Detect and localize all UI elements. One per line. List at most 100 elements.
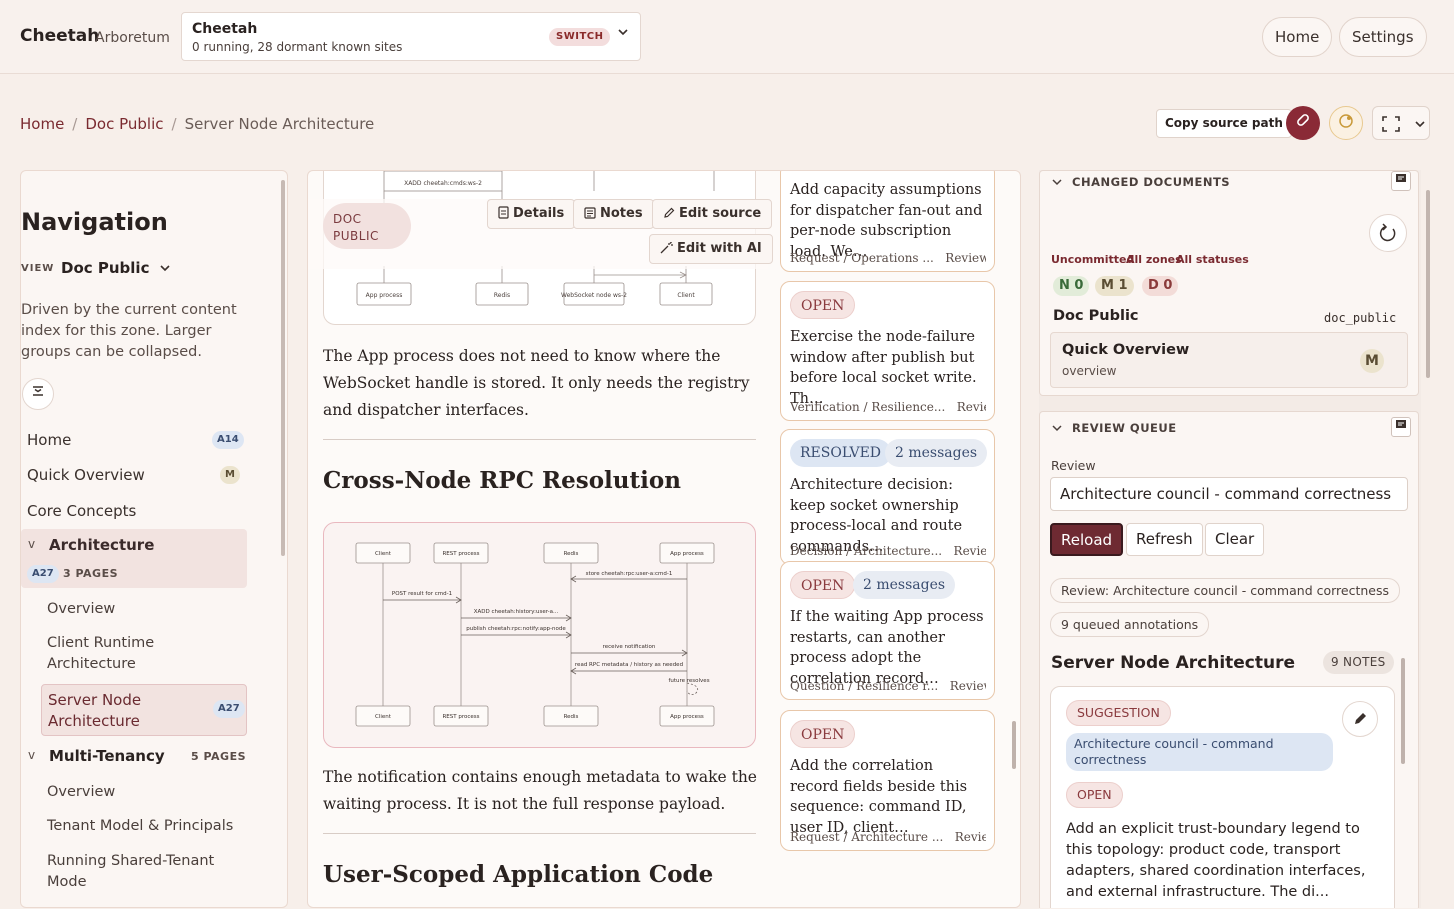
annotation-card[interactable]: Add capacity assumptions for dispatcher … xyxy=(780,171,995,272)
annotation-footer: Verification / Resilience... Review... xyxy=(790,400,986,414)
nav-badge: A14 xyxy=(212,431,244,449)
side-panel-scrollbar-thumb[interactable] xyxy=(1426,190,1430,378)
chevron-down-icon[interactable] xyxy=(1052,178,1062,186)
nav-sub-item[interactable]: Overview xyxy=(47,782,115,803)
messages-badge[interactable]: 2 messages xyxy=(885,439,988,467)
annotation-review-link[interactable]: Review ... xyxy=(945,251,986,265)
refresh-queue-button[interactable]: Refresh xyxy=(1126,523,1203,556)
queue-scrollbar-thumb[interactable] xyxy=(1401,658,1405,764)
site-switcher[interactable]: Cheetah 0 running, 28 dormant known site… xyxy=(181,12,641,61)
site-name: Cheetah xyxy=(192,21,258,37)
copy-source-path-button[interactable]: Copy source path xyxy=(1156,109,1292,138)
notes-button[interactable]: Notes xyxy=(573,199,654,229)
nav-item-home[interactable]: Home xyxy=(27,431,71,449)
queue-doc-title: Server Node Architecture xyxy=(1051,653,1296,673)
edit-note-button[interactable] xyxy=(1342,701,1378,737)
nav-scrollbar[interactable] xyxy=(281,180,285,550)
refresh-button[interactable] xyxy=(1369,214,1407,252)
notes-icon xyxy=(584,207,596,219)
site-status: 0 running, 28 dormant known sites xyxy=(192,40,403,54)
annotation-footer: Question / Resilience r... Review ... xyxy=(790,679,986,693)
collapse-all-button[interactable] xyxy=(22,378,54,410)
nav-item-core-concepts[interactable]: Core Concepts xyxy=(27,502,136,520)
group-caret: v xyxy=(28,748,36,762)
sequence-diagram[interactable]: Client REST process Redis App process Cl… xyxy=(323,522,756,748)
annotation-category: Decision / Architecture... xyxy=(790,544,943,558)
breadcrumb-doc-public[interactable]: Doc Public xyxy=(85,115,163,133)
annotation-review-link[interactable]: Review ... xyxy=(954,544,986,558)
details-button[interactable]: Details xyxy=(487,199,576,229)
nav-sub-item[interactable]: Tenant Model & Principals xyxy=(47,816,233,837)
user-avatar[interactable] xyxy=(1286,106,1320,140)
nav-sub-item[interactable]: Overview xyxy=(47,599,115,620)
nav-badge: A27 xyxy=(213,700,245,718)
compass-icon xyxy=(1339,114,1353,128)
side-panel: CHANGED DOCUMENTS Uncommitted All zones … xyxy=(1039,170,1421,908)
breadcrumb-home[interactable]: Home xyxy=(20,115,64,133)
lane-label: Client xyxy=(375,714,392,720)
compass-button[interactable] xyxy=(1329,106,1363,140)
changed-doc-item[interactable]: Quick Overview overview M xyxy=(1050,332,1408,388)
divider xyxy=(323,833,756,834)
status-badge: RESOLVED xyxy=(790,439,892,467)
lane-label: Redis xyxy=(564,551,579,557)
message-label: receive notification xyxy=(603,644,656,650)
brand-name[interactable]: Cheetah xyxy=(20,26,99,46)
reload-button[interactable]: Reload xyxy=(1050,523,1124,556)
annotation-review-link[interactable]: Review ... xyxy=(955,830,986,844)
nav-sub-item[interactable]: Running Shared-Tenant Mode xyxy=(47,851,222,893)
group-count: 3 PAGES xyxy=(63,567,119,580)
section-heading: REVIEW QUEUE xyxy=(1072,421,1177,435)
document-pane: XADD cheetah:cmds:ws-2 App process Redis… xyxy=(307,170,1021,908)
edit-with-ai-label: Edit with AI xyxy=(677,241,762,256)
note-status-badge: OPEN xyxy=(1066,782,1123,808)
status-badge: OPEN xyxy=(790,571,856,599)
filter-uncommitted[interactable]: Uncommitted xyxy=(1051,253,1134,266)
nav-group-architecture[interactable]: v Architecture A27 3 PAGES xyxy=(21,529,247,588)
breadcrumb-current: Server Node Architecture xyxy=(184,115,375,133)
section-heading: CHANGED DOCUMENTS xyxy=(1072,175,1231,189)
figure-label: Client xyxy=(677,292,695,299)
details-label: Details xyxy=(513,206,565,221)
chevron-down-icon[interactable] xyxy=(1052,424,1062,432)
note-type-badge: SUGGESTION xyxy=(1066,700,1171,726)
annotation-card[interactable]: RESOLVED 2 messages Architecture decisio… xyxy=(780,429,995,565)
nav-sub-item[interactable]: Client Runtime Architecture xyxy=(47,633,197,675)
messages-badge[interactable]: 2 messages xyxy=(853,571,956,599)
nav-item-active[interactable]: Server Node Architecture A27 xyxy=(41,684,247,736)
clear-button[interactable]: Clear xyxy=(1205,523,1265,556)
annotation-card[interactable]: OPEN 2 messages If the waiting App proce… xyxy=(780,561,995,700)
queued-chip: 9 queued annotations xyxy=(1050,612,1210,637)
notes-label: Notes xyxy=(600,206,643,221)
annotation-card[interactable]: OPEN Add the correlation record fields b… xyxy=(780,710,995,851)
document-scrollbar-thumb[interactable] xyxy=(1012,721,1016,769)
edit-source-button[interactable]: Edit source xyxy=(652,199,773,229)
nav-group-multi-tenancy[interactable]: Multi-Tenancy xyxy=(49,747,165,765)
filter-statuses[interactable]: All statuses xyxy=(1176,253,1249,266)
navigation-panel: Navigation VIEW Doc Public Driven by the… xyxy=(20,170,288,908)
review-select[interactable]: Architecture council - command correctne… xyxy=(1050,477,1408,511)
switch-badge[interactable]: SWITCH xyxy=(549,28,611,46)
section-heading: Cross-Node RPC Resolution xyxy=(323,467,681,494)
group-count: 5 PAGES xyxy=(191,750,247,763)
panel-toggle-icon[interactable] xyxy=(1391,171,1411,191)
changed-doc-title: Quick Overview xyxy=(1062,342,1190,358)
side-panel-scrollbar[interactable] xyxy=(1422,170,1434,908)
chevron-down-icon[interactable] xyxy=(617,26,629,40)
edit-with-ai-button[interactable]: Edit with AI xyxy=(649,234,773,264)
annotation-review-link[interactable]: Review ... xyxy=(950,679,986,693)
nav-badge: A27 xyxy=(27,565,59,583)
filter-zones[interactable]: All zones xyxy=(1126,253,1182,266)
view-description: Driven by the current content index for … xyxy=(21,302,237,360)
nav-item-quick-overview[interactable]: Quick Overview xyxy=(27,466,145,484)
annotation-category: Verification / Resilience... xyxy=(790,400,946,414)
annotation-card[interactable]: OPEN Exercise the node-failure window af… xyxy=(780,281,995,421)
annotation-review-link[interactable]: Review... xyxy=(957,400,986,414)
settings-nav-button[interactable]: Settings xyxy=(1339,17,1427,57)
fullscreen-button[interactable] xyxy=(1372,106,1430,140)
message-label: read RPC metadata / history as needed xyxy=(575,662,683,668)
review-note-card[interactable]: SUGGESTION Architecture council - comman… xyxy=(1050,686,1395,908)
home-nav-button[interactable]: Home xyxy=(1262,17,1333,57)
panel-toggle-icon[interactable] xyxy=(1391,417,1411,437)
view-selector[interactable]: Doc Public xyxy=(61,259,171,277)
